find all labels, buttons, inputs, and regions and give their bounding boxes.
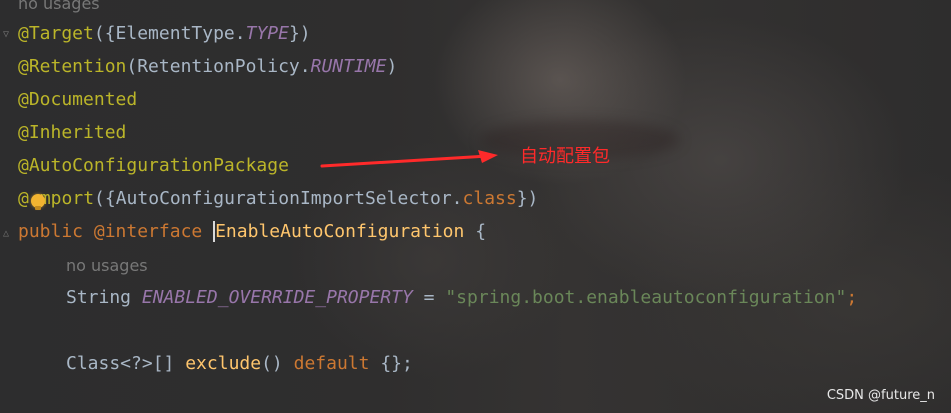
code-token: ) (386, 56, 398, 77)
annotation-token: @Inherited (18, 122, 127, 143)
code-token: () (261, 353, 283, 374)
constant-token: RUNTIME (310, 56, 387, 77)
code-token: ({ (93, 23, 116, 44)
code-token: { (475, 221, 487, 242)
usage-hint[interactable]: no usages (18, 0, 100, 14)
string-token: "spring.boot.enableautoconfiguration" (445, 287, 847, 308)
code-line-inherited[interactable]: @Inherited (18, 121, 126, 145)
code-line-documented[interactable]: @Documented (18, 88, 137, 112)
annotation-token: @Retention (18, 56, 127, 77)
code-token: . (451, 188, 463, 209)
code-editor[interactable]: no usages @Target({ElementType.TYPE}) @R… (0, 0, 951, 413)
watermark: CSDN @future_n (826, 388, 935, 403)
code-token: ({ (94, 188, 116, 209)
annotation-token: @ (18, 188, 29, 209)
code-token: }) (288, 23, 311, 44)
method-token: exclude (185, 353, 262, 374)
code-token: ; (846, 287, 858, 308)
code-token: = (423, 287, 435, 308)
code-token: . (299, 56, 311, 77)
class-token: ElementType (115, 23, 235, 44)
code-line-method[interactable]: Class<?>[] exclude() default {}; (66, 352, 413, 376)
type-token: String (66, 287, 132, 308)
annotation-token: @Target (18, 23, 94, 44)
class-token: AutoConfigurationImportSelector (115, 188, 452, 209)
arrow-icon (320, 150, 498, 168)
keyword-token: public (18, 221, 84, 242)
class-token: RetentionPolicy (137, 56, 300, 77)
constant-token: ENABLED_OVERRIDE_PROPERTY (141, 287, 413, 308)
constant-token: TYPE (245, 23, 289, 44)
interface-name[interactable]: EnableAutoConfiguration (213, 221, 465, 242)
type-token: Class<?>[] (66, 353, 175, 374)
code-token: ( (126, 56, 138, 77)
code-token: {}; (380, 353, 413, 374)
keyword-token: class (462, 188, 517, 209)
annotation-token: @AutoConfigurationPackage (18, 155, 289, 176)
code-token: . (234, 23, 246, 44)
keyword-token: default (293, 353, 370, 374)
code-line-declaration[interactable]: public @interface EnableAutoConfiguratio… (18, 220, 486, 244)
intention-bulb-icon[interactable] (31, 194, 45, 210)
code-line-autoconfiguration-package[interactable]: @AutoConfigurationPackage (18, 154, 289, 178)
annotation-token: mport (39, 188, 95, 209)
code-line-field[interactable]: String ENABLED_OVERRIDE_PROPERTY = "spri… (66, 286, 857, 310)
code-line-retention[interactable]: @Retention(RetentionPolicy.RUNTIME) (18, 55, 397, 79)
annotation-token: @Documented (18, 89, 138, 110)
keyword-token: @interface (93, 221, 203, 242)
code-line-import[interactable]: @ mport({AutoConfigurationImportSelector.… (18, 187, 538, 211)
code-line-target[interactable]: @Target({ElementType.TYPE}) (18, 22, 311, 46)
annotation-label: 自动配置包 (520, 146, 610, 167)
usage-hint[interactable]: no usages (66, 256, 148, 276)
code-token: }) (516, 188, 539, 209)
